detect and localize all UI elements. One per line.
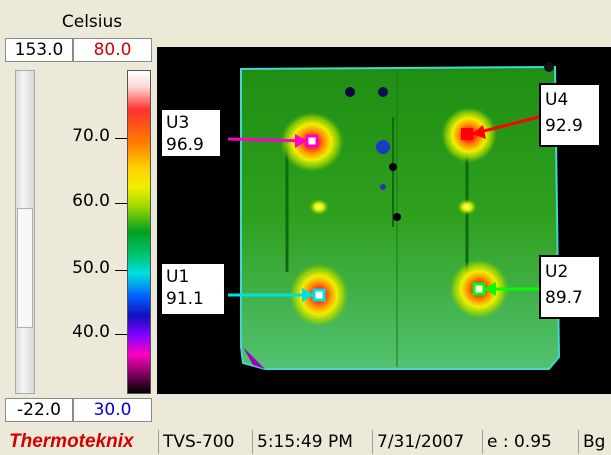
tick-label-60: 60.0 [72,191,110,211]
scale-scrollbar-thumb[interactable] [17,208,33,328]
color-scale-bar [127,70,151,394]
tick-label-40: 40.0 [72,322,110,342]
status-emissivity: e : 0.95 [482,430,556,454]
callout-u1-value: 91.1 [166,289,204,309]
status-date: 7/31/2007 [372,430,468,454]
max-temperature-field[interactable]: 153.0 [5,38,73,62]
marker-u4 [461,128,473,140]
callout-u4-value: 92.9 [545,116,583,136]
callout-u4[interactable]: U4 92.9 [539,83,601,147]
callout-u2-id: U2 [545,262,569,282]
callout-u3[interactable]: U3 96.9 [160,108,222,158]
status-model: TVS-700 [158,430,238,454]
callout-u4-id: U4 [545,90,569,110]
callout-u1-id: U1 [166,267,190,287]
min-temperature-field[interactable]: -22.0 [5,398,73,422]
callout-u3-id: U3 [166,113,190,133]
tick-label-50: 50.0 [72,258,110,278]
tick-label-70: 70.0 [72,126,110,146]
tick-mark-70 [115,138,127,139]
brand-logo: Thermoteknix [9,431,134,452]
marker-u1 [312,288,326,302]
tick-mark-50 [115,270,127,271]
unit-label: Celsius [61,12,123,32]
callout-u3-value: 96.9 [166,135,204,155]
marker-u2 [472,282,486,296]
min-setpoint-field[interactable]: 30.0 [73,398,152,422]
tick-mark-40 [115,334,127,335]
callout-u1[interactable]: U1 91.1 [160,262,226,316]
max-setpoint-field[interactable]: 80.0 [73,38,152,62]
callout-u2-value: 89.7 [545,288,583,308]
callout-u2[interactable]: U2 89.7 [539,255,601,319]
marker-u3 [305,134,319,148]
tick-mark-60 [115,203,127,204]
status-time: 5:15:49 PM [252,430,357,454]
status-background: Bg [578,430,611,454]
